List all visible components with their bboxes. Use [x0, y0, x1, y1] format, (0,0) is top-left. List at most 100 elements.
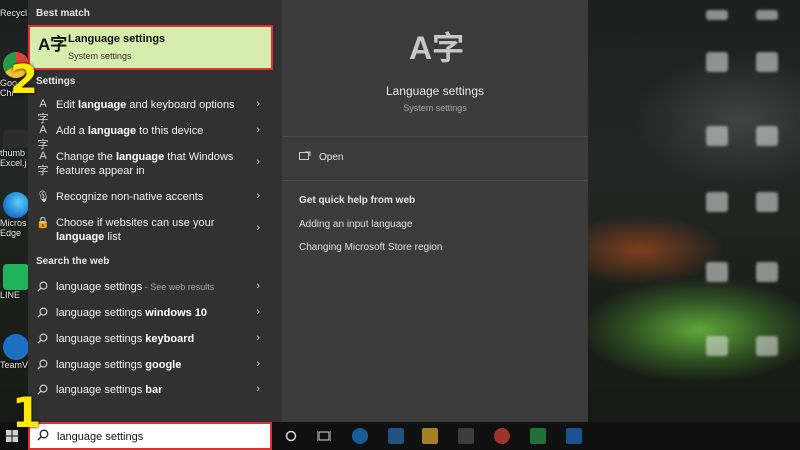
blurred-tile: [706, 262, 728, 282]
desktop-icon-recycle-bin[interactable]: Recycl: [0, 0, 30, 18]
desktop-icon-label: Recycl: [0, 8, 28, 18]
open-icon: [299, 151, 311, 160]
edge-icon: [3, 192, 29, 218]
label-text: language settings: [56, 359, 146, 371]
search-icon: [37, 333, 48, 344]
web-search-header: Search the web: [36, 256, 110, 267]
blurred-tile: [756, 52, 778, 72]
file-icon: [3, 130, 29, 148]
web-result-label: language settings bar: [56, 383, 246, 397]
web-result-label: language settings keyboard: [56, 332, 246, 346]
chevron-right-icon[interactable]: ›: [256, 190, 260, 202]
settings-result-label: Edit language and keyboard options: [56, 98, 246, 112]
label-text: Choose if websites can use your: [56, 217, 215, 229]
search-results-panel: Best match A字 Language settings System s…: [28, 0, 282, 422]
label-highlight: language: [87, 125, 137, 137]
chevron-right-icon[interactable]: ›: [256, 156, 260, 168]
desktop-icon-teamviewer[interactable]: TeamVie: [0, 334, 30, 370]
web-result-label: language settings windows 10: [56, 306, 246, 320]
settings-result-label: Choose if websites can use your language…: [56, 216, 246, 244]
chevron-right-icon[interactable]: ›: [256, 98, 260, 110]
chevron-right-icon[interactable]: ›: [256, 358, 260, 370]
blurred-tile: [706, 52, 728, 72]
best-match-subtitle: System settings: [68, 51, 132, 61]
blurred-tile: [756, 192, 778, 212]
desktop-icon-line[interactable]: LINE: [0, 264, 30, 300]
taskbar-app-icon[interactable]: [388, 428, 404, 444]
detail-subtitle: System settings: [403, 103, 467, 113]
desktop-icon-label: thumb Excel.j: [0, 148, 27, 168]
label-text: Edit: [56, 99, 79, 111]
task-view-icon[interactable]: [317, 430, 331, 442]
best-match-title: Language settings: [68, 33, 166, 45]
edge-taskbar-icon[interactable]: [352, 428, 368, 444]
desktop-icon-label: TeamVie: [0, 360, 30, 370]
blurred-tile: [706, 10, 728, 20]
label-text: Recognize non-native accents: [56, 191, 204, 203]
label-highlight: language: [56, 231, 105, 243]
settings-header: Settings: [36, 76, 76, 87]
desktop-icon-excel-file[interactable]: thumb Excel.j: [0, 130, 30, 168]
label-text: Add a: [56, 125, 88, 137]
language-icon: A字: [38, 35, 68, 54]
label-text: and keyboard options: [126, 99, 235, 111]
cortana-icon[interactable]: [285, 430, 297, 442]
search-input[interactable]: [57, 427, 257, 447]
label-highlight: google: [145, 359, 182, 371]
label-highlight: language: [78, 99, 127, 111]
label-highlight: bar: [145, 384, 163, 396]
divider: [282, 136, 588, 137]
web-result-label: language settings - See web results: [56, 280, 246, 294]
label-text: language settings: [56, 281, 143, 293]
chevron-right-icon[interactable]: ›: [256, 280, 260, 292]
label-text: language settings: [56, 333, 146, 345]
detail-title: Language settings: [385, 84, 485, 98]
blurred-tile: [756, 336, 778, 356]
store-icon[interactable]: [458, 428, 474, 444]
taskbar-app-icon[interactable]: [566, 428, 582, 444]
blurred-tile: [756, 10, 778, 20]
blurred-tile: [706, 336, 728, 356]
step-1-marker: 1: [12, 388, 42, 437]
line-app-icon: [3, 264, 29, 290]
chevron-right-icon[interactable]: ›: [256, 306, 260, 318]
chevron-right-icon[interactable]: ›: [256, 383, 260, 395]
desktop-icon-label: LINE: [0, 290, 21, 300]
chevron-right-icon[interactable]: ›: [256, 222, 260, 234]
web-result-hint: - See web results: [142, 282, 215, 292]
desktop-icon-label: Micros Edge: [0, 218, 27, 238]
help-link-adding-input-language[interactable]: Adding an input language: [299, 219, 412, 230]
label-highlight: windows 10: [145, 307, 208, 319]
taskbar-search-box[interactable]: [28, 422, 272, 450]
language-icon: A字: [37, 124, 49, 151]
blurred-tile: [706, 126, 728, 146]
language-icon: A字: [37, 150, 49, 177]
help-link-changing-store-region[interactable]: Changing Microsoft Store region: [299, 242, 442, 253]
blurred-tile: [756, 262, 778, 282]
label-text: to this device: [136, 125, 204, 137]
label-text: language settings: [56, 307, 146, 319]
search-icon: [37, 281, 48, 292]
chrome-taskbar-icon[interactable]: [494, 428, 510, 444]
settings-result-label: Add a language to this device: [56, 124, 246, 138]
language-icon: A字: [37, 98, 49, 125]
open-label: Open: [319, 152, 344, 163]
language-icon: A字: [409, 30, 465, 66]
settings-result-label: Change the language that Windows feature…: [56, 150, 246, 178]
web-result-label: language settings google: [56, 358, 246, 372]
chevron-right-icon[interactable]: ›: [256, 332, 260, 344]
label-highlight: keyboard: [145, 333, 195, 345]
best-match-result[interactable]: A字 Language settings System settings: [28, 25, 273, 70]
label-text: Change the: [56, 151, 116, 163]
file-explorer-icon[interactable]: [422, 428, 438, 444]
taskbar-app-icon[interactable]: [530, 428, 546, 444]
blurred-tile: [756, 126, 778, 146]
teamviewer-icon: [3, 334, 29, 360]
lock-icon: 🔒: [36, 217, 50, 229]
step-2-marker: 2: [10, 57, 38, 103]
quick-help-header: Get quick help from web: [299, 195, 416, 206]
chevron-right-icon[interactable]: ›: [256, 124, 260, 136]
divider: [282, 180, 588, 181]
desktop-icon-edge[interactable]: Micros Edge: [0, 192, 30, 238]
settings-result-label: Recognize non-native accents: [56, 190, 246, 204]
